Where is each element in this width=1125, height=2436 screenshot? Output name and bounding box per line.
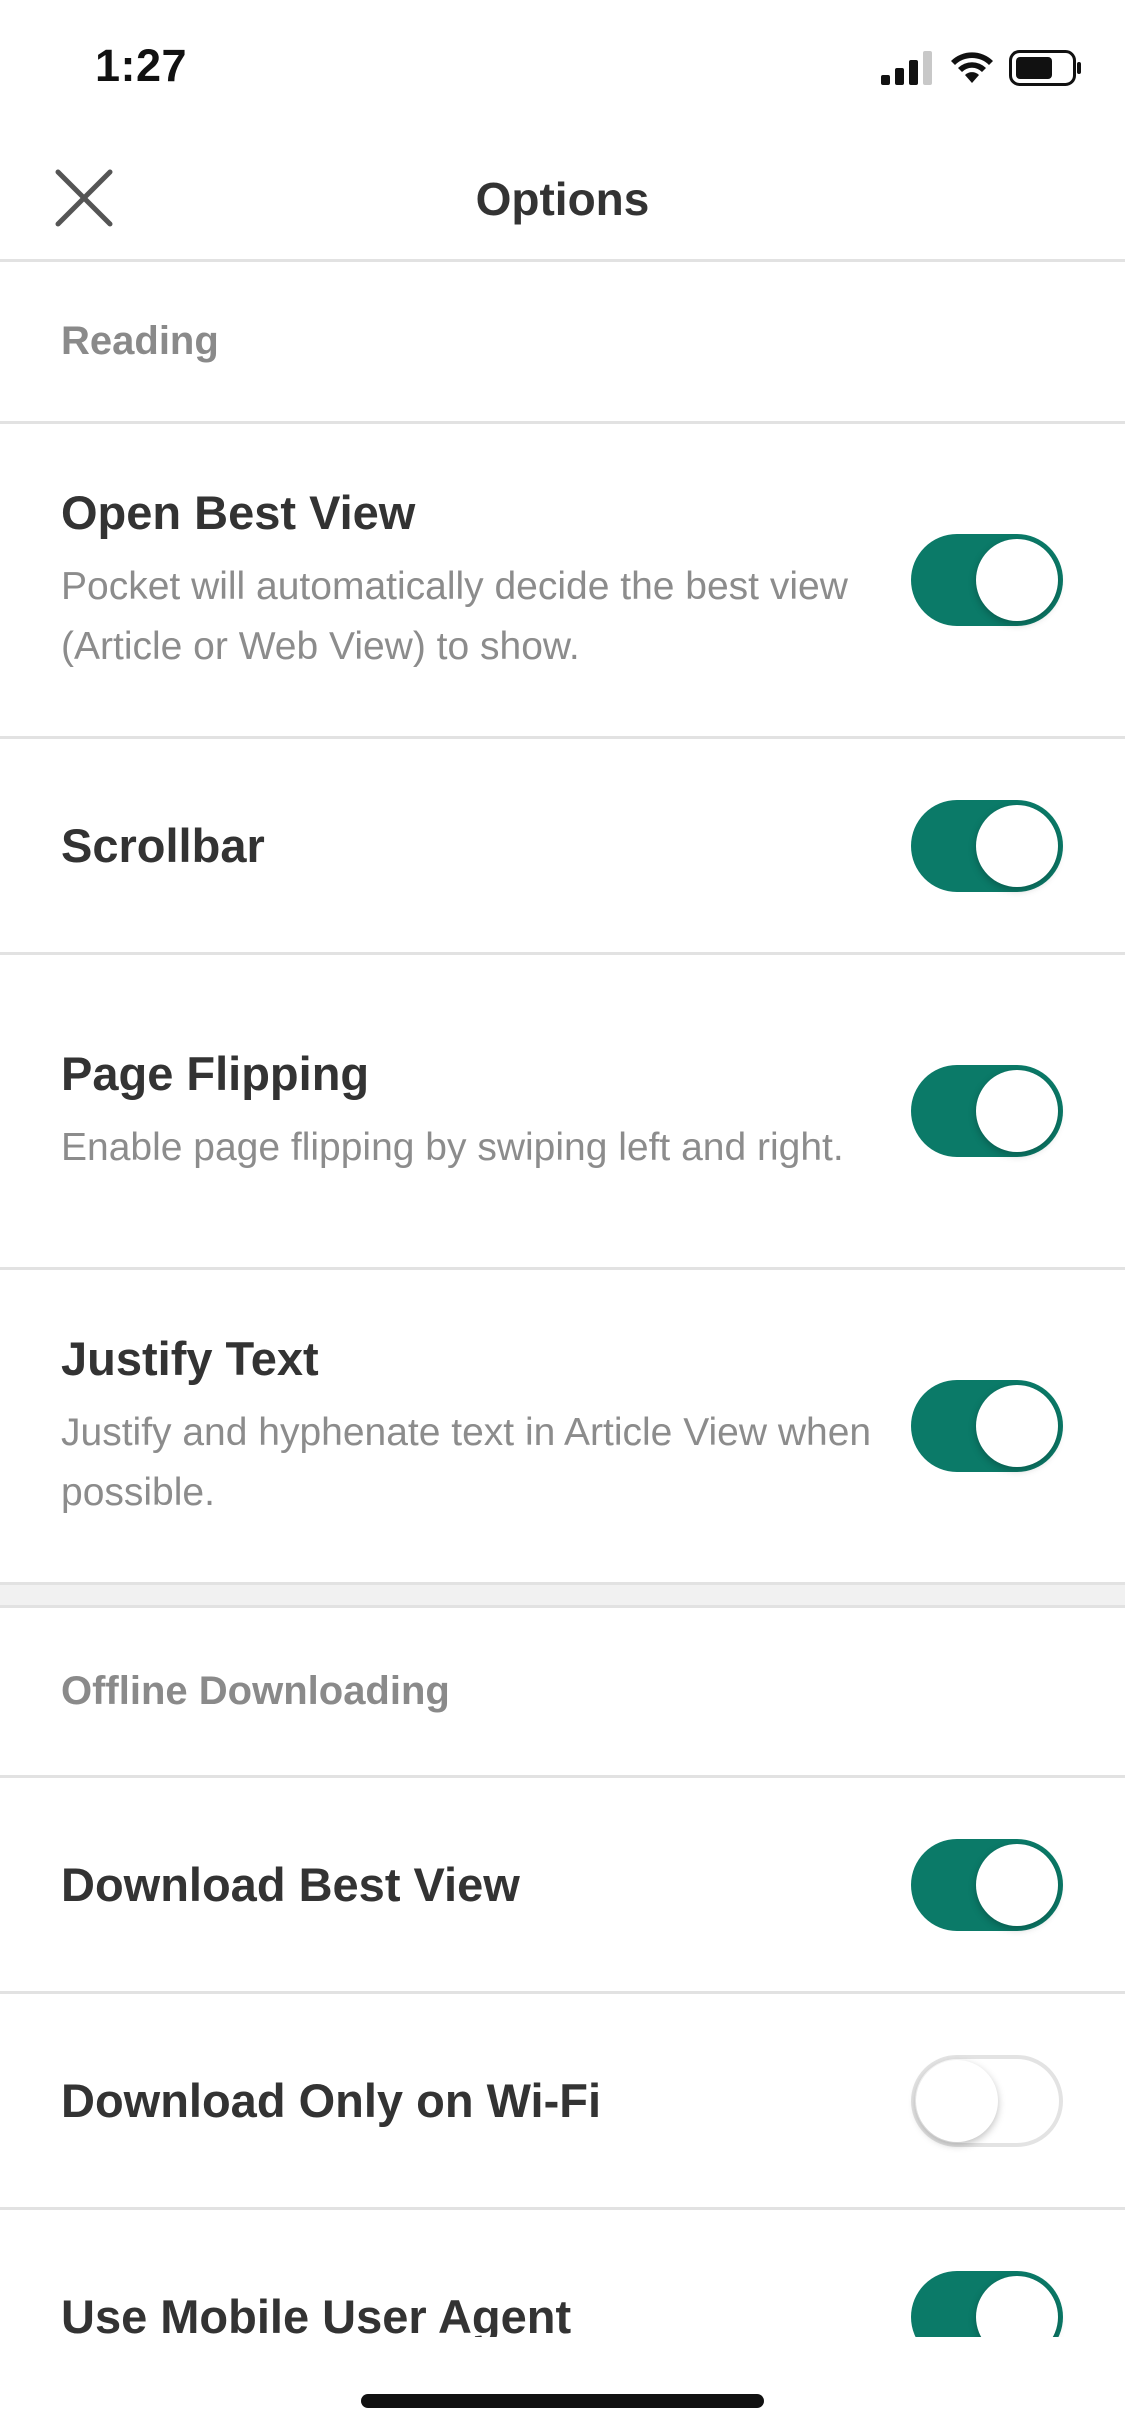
- toggle-knob: [976, 1070, 1058, 1152]
- status-time: 1:27: [95, 40, 188, 91]
- status-bar: 1:27: [0, 0, 1125, 132]
- setting-title: Open Best View: [61, 486, 416, 539]
- setting-row-download-best-view: Download Best View: [0, 1778, 1125, 1994]
- setting-title: Use Mobile User Agent: [61, 2289, 572, 2338]
- home-indicator[interactable]: [361, 2394, 764, 2408]
- justify-text-toggle[interactable]: [911, 1380, 1063, 1472]
- toggle-knob: [976, 1385, 1058, 1467]
- setting-title: Page Flipping: [61, 1047, 370, 1100]
- setting-description: Enable page flipping by swiping left and…: [61, 1126, 844, 1169]
- setting-row-scrollbar: Scrollbar: [0, 739, 1125, 955]
- page-flipping-toggle[interactable]: [911, 1065, 1063, 1157]
- open-best-view-toggle[interactable]: [911, 534, 1063, 626]
- nav-bar: Options: [0, 132, 1125, 262]
- signal-icon: [881, 50, 935, 90]
- setting-title: Download Best View: [61, 1857, 520, 1911]
- mobile-user-agent-toggle[interactable]: [911, 2270, 1063, 2337]
- setting-title: Justify Text: [61, 1332, 319, 1385]
- section-divider: [0, 1585, 1125, 1608]
- toggle-knob: [916, 2059, 998, 2142]
- setting-row-open-best-view: Open Best View Pocket will automatically…: [0, 424, 1125, 739]
- toggle-knob: [976, 2275, 1058, 2337]
- status-icons: [881, 49, 1083, 91]
- setting-row-mobile-user-agent: Use Mobile User Agent: [0, 2210, 1125, 2337]
- setting-row-page-flipping: Page Flipping Enable page flipping by sw…: [0, 955, 1125, 1270]
- section-header-offline-downloading: Offline Downloading: [0, 1608, 1125, 1778]
- battery-icon: [1009, 49, 1083, 91]
- setting-title: Download Only on Wi-Fi: [61, 2073, 602, 2127]
- toggle-knob: [976, 1843, 1058, 1926]
- setting-title: Scrollbar: [61, 818, 265, 872]
- toggle-knob: [976, 804, 1058, 887]
- setting-row-download-only-wifi: Download Only on Wi-Fi: [0, 1994, 1125, 2210]
- toggle-knob: [976, 539, 1058, 621]
- scrollbar-toggle[interactable]: [911, 799, 1063, 892]
- settings-list[interactable]: Reading Open Best View Pocket will autom…: [0, 262, 1125, 2337]
- setting-description: Justify and hyphenate text in Article Vi…: [61, 1411, 872, 1514]
- setting-row-justify-text: Justify Text Justify and hyphenate text …: [0, 1270, 1125, 1585]
- setting-description: Pocket will automatically decide the bes…: [61, 565, 848, 668]
- section-header-reading: Reading: [0, 262, 1125, 424]
- download-best-view-toggle[interactable]: [911, 1838, 1063, 1931]
- wifi-icon: [949, 51, 995, 90]
- page-title: Options: [475, 173, 650, 225]
- download-only-wifi-toggle[interactable]: [911, 2054, 1063, 2147]
